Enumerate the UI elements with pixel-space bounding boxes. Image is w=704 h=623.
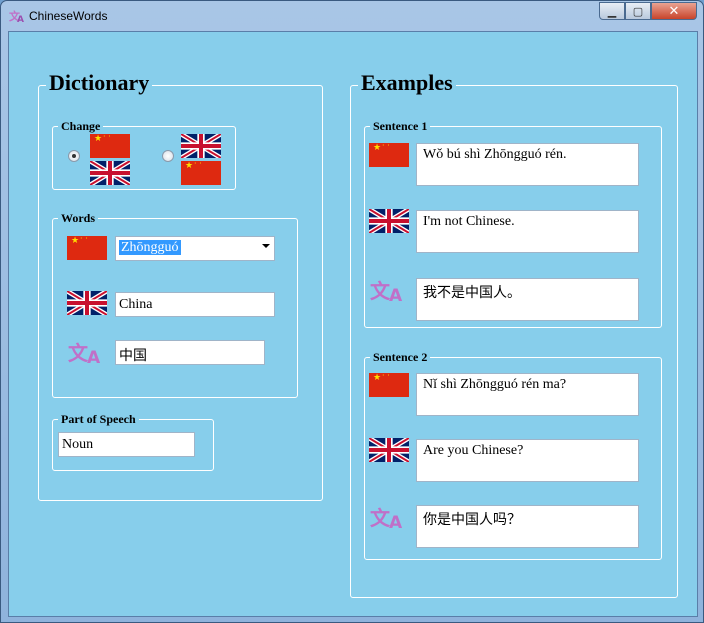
window-title: ChineseWords bbox=[29, 9, 108, 23]
uk-flag-icon bbox=[369, 438, 409, 462]
chinese-flag-icon bbox=[369, 141, 409, 167]
sentence-1-group: Sentence 1 Wǒ bú shì Zhōngguó rén. I'm n… bbox=[364, 119, 662, 328]
uk-flag-icon bbox=[369, 209, 409, 233]
chinese-word-value: Zhōngguó bbox=[119, 240, 181, 255]
svg-text:文: 文 bbox=[370, 279, 391, 302]
translate-icon: 文 A bbox=[9, 9, 24, 23]
chinese-word-combobox[interactable]: Zhōngguó bbox=[115, 236, 275, 261]
words-label: Words bbox=[58, 211, 99, 226]
chinese-flag-icon bbox=[90, 132, 130, 158]
close-button[interactable]: ✕ bbox=[651, 2, 697, 20]
uk-flag-icon bbox=[90, 161, 130, 185]
chinese-flag-icon bbox=[67, 234, 107, 260]
translate-icon: 文 A bbox=[370, 506, 403, 529]
chevron-down-icon[interactable] bbox=[262, 244, 270, 248]
sentence-1-hanzi-field[interactable]: 我不是中国人。 bbox=[416, 278, 639, 321]
radio-chinese-to-english[interactable] bbox=[68, 150, 80, 162]
client-area: Dictionary Change Words Z bbox=[8, 31, 698, 617]
chinese-flag-icon bbox=[181, 159, 221, 185]
title-bar[interactable]: 文 A ChineseWords ▁ ▢ ✕ bbox=[1, 1, 703, 31]
sentence-1-label: Sentence 1 bbox=[370, 119, 431, 134]
dictionary-group: Dictionary Change Words Z bbox=[38, 70, 323, 501]
sentence-2-hanzi-field[interactable]: 你是中国人吗？ bbox=[416, 505, 639, 548]
part-of-speech-group: Part of Speech Noun bbox=[52, 412, 214, 471]
radio-english-to-chinese[interactable] bbox=[162, 150, 174, 162]
svg-text:A: A bbox=[389, 286, 403, 302]
dictionary-header: Dictionary bbox=[46, 70, 153, 96]
sentence-2-pinyin-field[interactable]: Nǐ shì Zhōngguó rén ma? bbox=[416, 373, 639, 416]
chinese-flag-icon bbox=[369, 371, 409, 397]
maximize-button[interactable]: ▢ bbox=[625, 2, 651, 20]
window-controls: ▁ ▢ ✕ bbox=[599, 2, 697, 22]
translate-icon: 文 A bbox=[68, 341, 101, 364]
words-group: Words Zhōngguó China 文 A 中国 bbox=[52, 211, 298, 398]
uk-flag-icon bbox=[67, 291, 107, 315]
svg-text:A: A bbox=[17, 15, 24, 23]
uk-flag-icon bbox=[181, 134, 221, 158]
app-window: 文 A ChineseWords ▁ ▢ ✕ Dictionary Change bbox=[0, 0, 704, 623]
english-word-field[interactable]: China bbox=[115, 292, 275, 317]
part-of-speech-field[interactable]: Noun bbox=[58, 432, 195, 457]
translate-icon: 文 A bbox=[370, 279, 403, 302]
sentence-1-english-field[interactable]: I'm not Chinese. bbox=[416, 210, 639, 253]
svg-text:文: 文 bbox=[68, 341, 89, 364]
sentence-1-pinyin-field[interactable]: Wǒ bú shì Zhōngguó rén. bbox=[416, 143, 639, 186]
examples-group: Examples Sentence 1 Wǒ bú shì Zhōngguó r… bbox=[350, 70, 678, 598]
sentence-2-group: Sentence 2 Nǐ shì Zhōngguó rén ma? Are y… bbox=[364, 350, 662, 560]
change-label: Change bbox=[58, 119, 104, 134]
minimize-button[interactable]: ▁ bbox=[599, 2, 625, 20]
hanzi-word-field[interactable]: 中国 bbox=[115, 340, 265, 365]
svg-text:A: A bbox=[389, 513, 403, 529]
examples-header: Examples bbox=[358, 70, 456, 96]
change-group: Change bbox=[52, 119, 236, 190]
part-of-speech-label: Part of Speech bbox=[58, 412, 139, 427]
svg-text:文: 文 bbox=[370, 506, 391, 529]
svg-text:A: A bbox=[87, 348, 101, 364]
sentence-2-label: Sentence 2 bbox=[370, 350, 431, 365]
sentence-2-english-field[interactable]: Are you Chinese? bbox=[416, 439, 639, 482]
